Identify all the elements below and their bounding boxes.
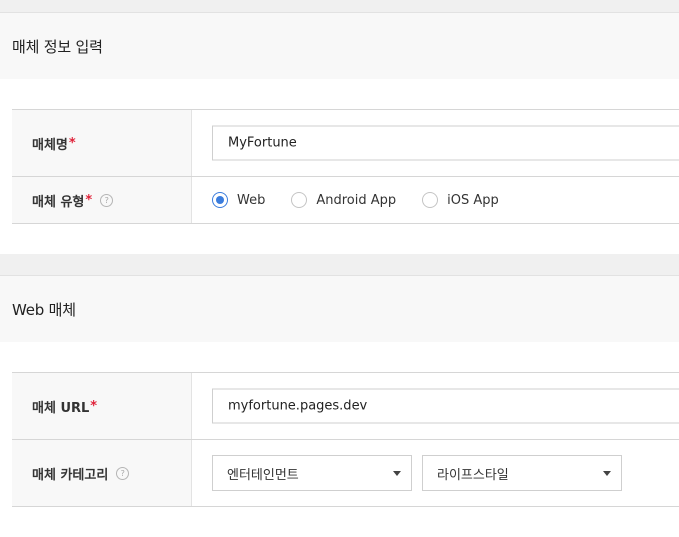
section-title: Web 매체 xyxy=(12,301,76,319)
label-text: 매체 카테고리 xyxy=(32,467,109,483)
radio-label: Android App xyxy=(316,192,397,208)
select-value: 라이프스타일 xyxy=(437,467,509,483)
label-text: 매체명 xyxy=(32,137,68,153)
category-secondary-select[interactable]: 라이프스타일 xyxy=(422,455,622,491)
required-mark: * xyxy=(90,398,98,414)
select-value: 엔터테인먼트 xyxy=(227,467,299,483)
media-url-input[interactable] xyxy=(212,388,679,424)
help-icon[interactable]: ? xyxy=(100,193,114,207)
field-value: Web Android App iOS App xyxy=(192,177,679,223)
radio-unchecked-icon[interactable] xyxy=(291,192,308,208)
section-body-media-info: 매체명* 매체 유형* ? Web Android App xyxy=(0,79,679,254)
section-title: 매체 정보 입력 xyxy=(12,38,103,56)
field-label: 매체 유형 * ? xyxy=(12,177,192,223)
radio-web[interactable]: Web xyxy=(212,192,265,208)
field-value xyxy=(192,110,679,176)
section-header-media-info: 매체 정보 입력 xyxy=(0,12,679,79)
top-spacer xyxy=(0,0,679,12)
radio-checked-icon[interactable] xyxy=(212,192,228,208)
media-name-input[interactable] xyxy=(212,125,679,161)
category-primary-select[interactable]: 엔터테인먼트 xyxy=(212,455,412,491)
field-label: 매체 URL * xyxy=(12,373,192,439)
radio-android-app[interactable]: Android App xyxy=(291,192,396,208)
required-mark: * xyxy=(85,192,93,208)
form-row-media-category: 매체 카테고리 ? 엔터테인먼트 라이프스타일 xyxy=(12,440,679,507)
form-row-media-url: 매체 URL * xyxy=(12,373,679,440)
radio-label: iOS App xyxy=(447,192,499,208)
radio-unchecked-icon[interactable] xyxy=(422,192,439,208)
form-table: 매체 URL* 매체 카테고리 ? 엔터테인먼트 라이프스타일 xyxy=(12,372,679,507)
help-icon[interactable]: ? xyxy=(116,466,130,480)
section-header-web-media: Web 매체 xyxy=(0,275,679,342)
field-label: 매체 카테고리 ? xyxy=(12,440,192,506)
section-body-web-media: 매체 URL* 매체 카테고리 ? 엔터테인먼트 라이프스타일 xyxy=(0,342,679,537)
field-label: 매체명 * xyxy=(12,110,192,176)
field-value xyxy=(192,373,679,439)
section-gap xyxy=(0,254,679,275)
form-table: 매체명* 매체 유형* ? Web Android App xyxy=(12,109,679,224)
label-text: 매체 유형 xyxy=(32,194,85,210)
field-value: 엔터테인먼트 라이프스타일 xyxy=(192,440,679,506)
media-type-radio-group: Web Android App iOS App xyxy=(212,177,525,223)
form-row-media-type: 매체 유형 * ? Web Android App iOS App xyxy=(12,177,679,224)
radio-ios-app[interactable]: iOS App xyxy=(422,192,499,208)
caret-down-icon xyxy=(393,471,401,476)
required-mark: * xyxy=(68,135,76,151)
caret-down-icon xyxy=(603,471,611,476)
radio-label: Web xyxy=(237,192,266,208)
form-row-media-name: 매체명 * xyxy=(12,110,679,177)
label-text: 매체 URL xyxy=(32,400,90,416)
